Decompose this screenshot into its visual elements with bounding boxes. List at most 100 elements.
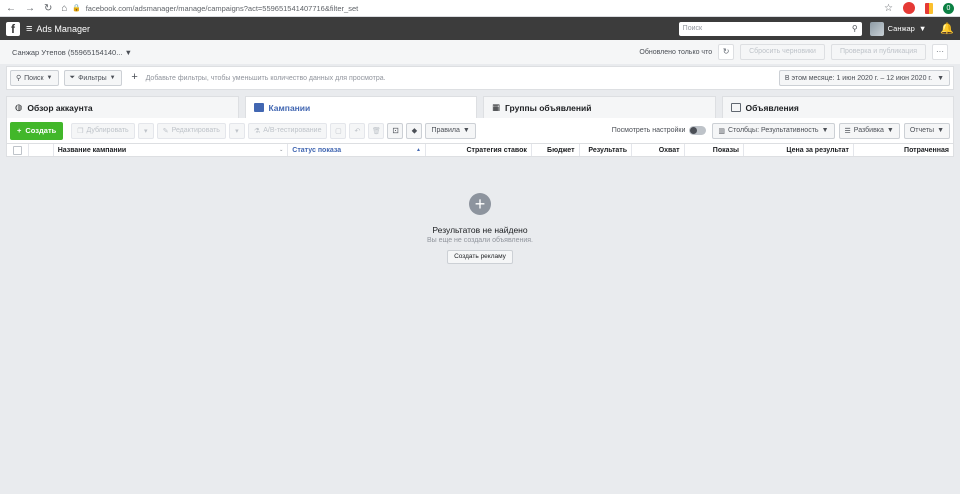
edit-button[interactable]: ✎ Редактировать: [156, 122, 226, 139]
column-header-budget[interactable]: Бюджет: [532, 144, 580, 156]
toggle-column: [29, 144, 54, 156]
home-icon[interactable]: ⌂: [61, 3, 67, 14]
column-header-impressions[interactable]: Показы: [685, 144, 745, 156]
plus-icon: +: [17, 126, 22, 135]
ads-manager-topbar: f ≡ Ads Manager Поиск ⚲ Санжар ▼ 🔔: [0, 17, 960, 40]
tab-account-overview[interactable]: ◍ Обзор аккаунта: [6, 96, 239, 118]
trash-icon: 🗑: [372, 127, 381, 135]
avatar: [869, 21, 884, 36]
rules-button[interactable]: Правила ▼: [425, 122, 476, 139]
level-tabs: ◍ Обзор аккаунта Кампании ▦ Группы объяв…: [6, 96, 954, 118]
filters-label: Фильтры: [78, 74, 107, 82]
search-placeholder: Поиск: [682, 25, 703, 32]
review-publish-button[interactable]: Проверка и публикация: [830, 44, 926, 60]
search-input[interactable]: Поиск ⚲: [678, 21, 862, 36]
empty-title: Результатов не найдено: [432, 225, 528, 235]
column-header-reach[interactable]: Охват: [632, 144, 685, 156]
app-title: Ads Manager: [36, 23, 90, 34]
ad-icon: [730, 103, 741, 112]
extension-red-icon[interactable]: [903, 2, 915, 14]
tab-label: Кампании: [268, 102, 311, 113]
reports-label: Отчеты: [909, 127, 935, 134]
chevron-down-icon: ▼: [918, 24, 927, 33]
column-label: Потраченная: [904, 146, 949, 154]
user-menu[interactable]: Санжар ▼: [869, 21, 927, 36]
columns-label: Столбцы: Результативность: [728, 127, 819, 134]
tab-label: Обзор аккаунта: [27, 102, 93, 113]
browser-bar: ← → ↻ ⌂ 🔒 facebook.com/adsmanager/manage…: [0, 0, 960, 17]
duplicate-dropdown[interactable]: ▾: [137, 122, 154, 139]
duplicate-button[interactable]: ❐ Дублировать: [71, 122, 135, 139]
updated-status: Обновлено только что: [639, 48, 713, 56]
filters-button[interactable]: ⏷ Фильтры ▼: [63, 70, 122, 86]
create-button[interactable]: + Создать: [10, 121, 64, 140]
caret-down-icon: ▾: [143, 127, 148, 135]
preview-button[interactable]: ⊡: [387, 122, 404, 139]
rules-label: Правила: [431, 127, 460, 134]
delete-button[interactable]: 🗑: [368, 122, 385, 139]
columns-button[interactable]: ▥ Столбцы: Результативность ▼: [712, 122, 835, 139]
search-filter-button[interactable]: ⚲ Поиск ▼: [10, 70, 59, 86]
column-label: Охват: [658, 146, 680, 154]
caret-down-icon: ▼: [109, 75, 116, 81]
archive-button[interactable]: ▢: [330, 122, 347, 139]
filter-bar: ⚲ Поиск ▼ ⏷ Фильтры ▼ + Добавьте фильтры…: [6, 66, 954, 90]
account-selector[interactable]: Санжар Утепов (55965154140... ▼: [12, 48, 132, 57]
column-header-cost-per-result[interactable]: Цена за результат: [744, 144, 854, 156]
table-body-empty: + Результатов не найдено Вы еще не созда…: [6, 163, 954, 494]
date-range-picker[interactable]: В этом месяце: 1 июн 2020 г. – 12 июн 20…: [778, 70, 950, 86]
notification-bell-icon[interactable]: 🔔: [940, 22, 954, 35]
view-settings-toggle[interactable]: [689, 126, 707, 135]
tag-button[interactable]: ⬥: [406, 122, 423, 139]
tab-ad-sets[interactable]: ▦ Группы объявлений: [483, 96, 716, 118]
search-icon: ⚲: [851, 24, 858, 33]
breakdown-icon: ☰: [844, 127, 851, 135]
account-name: Санжар Утепов (55965154140...: [12, 47, 123, 57]
add-filter-button[interactable]: +: [127, 70, 143, 86]
account-actions: Обновлено только что ↻ Сбросить черновик…: [639, 44, 948, 60]
extension-flag-icon[interactable]: [925, 2, 933, 14]
sort-asc-icon: ▲: [415, 147, 421, 153]
empty-state: + Результатов не найдено Вы еще не созда…: [6, 193, 954, 264]
caret-down-icon: ▼: [886, 127, 894, 134]
edit-label: Редактировать: [171, 127, 220, 134]
column-label: Цена за результат: [786, 146, 849, 154]
column-header-results[interactable]: Результать: [580, 144, 633, 156]
menu-hamburger-icon[interactable]: ≡: [26, 23, 32, 35]
select-all-checkbox[interactable]: [12, 145, 22, 155]
profile-badge-icon[interactable]: 0: [943, 2, 954, 14]
tab-ads[interactable]: Объявления: [721, 96, 954, 118]
address-bar[interactable]: facebook.com/adsmanager/manage/campaigns…: [86, 4, 884, 13]
column-header-bid-strategy[interactable]: Стратегия ставок: [426, 144, 532, 156]
caret-down-icon: ▼: [46, 75, 53, 81]
reload-icon[interactable]: ↻: [44, 3, 52, 14]
column-header-amount-spent[interactable]: Потраченная: [854, 144, 953, 156]
bookmark-star-icon[interactable]: ☆: [884, 3, 893, 14]
ab-test-button[interactable]: ⚗ A/B-тестирование: [247, 122, 328, 139]
create-ad-button[interactable]: Создать рекламу: [447, 250, 513, 264]
archive-icon: ▢: [335, 127, 342, 135]
more-button[interactable]: ···: [932, 44, 948, 60]
tab-campaigns[interactable]: Кампании: [244, 96, 477, 118]
column-header-name[interactable]: Название кампании ⌄: [54, 144, 289, 156]
browser-nav: ← → ↻ ⌂: [6, 3, 72, 14]
column-label: Бюджет: [547, 146, 575, 154]
discard-drafts-button[interactable]: Сбросить черновики: [740, 44, 825, 60]
caret-down-icon: ▾: [235, 127, 239, 135]
column-label: Стратегия ставок: [466, 146, 527, 154]
select-all-cell: [7, 144, 29, 156]
flask-icon: ⚗: [253, 127, 261, 135]
breakdown-button[interactable]: ☰ Разбивка ▼: [838, 122, 900, 139]
caret-down-icon: ▼: [937, 127, 944, 134]
reports-button[interactable]: Отчеты ▼: [903, 122, 950, 139]
edit-dropdown[interactable]: ▾: [228, 122, 245, 139]
columns-icon: ▥: [718, 127, 726, 135]
forward-arrow-icon[interactable]: →: [25, 3, 35, 14]
back-arrow-icon[interactable]: ←: [6, 3, 16, 14]
refresh-button[interactable]: ↻: [718, 44, 735, 60]
facebook-logo-icon[interactable]: f: [6, 21, 20, 36]
filter-hint: Добавьте фильтры, чтобы уменьшить количе…: [145, 74, 386, 82]
column-header-delivery[interactable]: Статус показа ▲: [288, 144, 426, 156]
undo-button[interactable]: ↶: [349, 122, 366, 139]
campaign-toolbar: + Создать ❐ Дублировать ▾ ✎ Редактироват…: [6, 118, 954, 144]
